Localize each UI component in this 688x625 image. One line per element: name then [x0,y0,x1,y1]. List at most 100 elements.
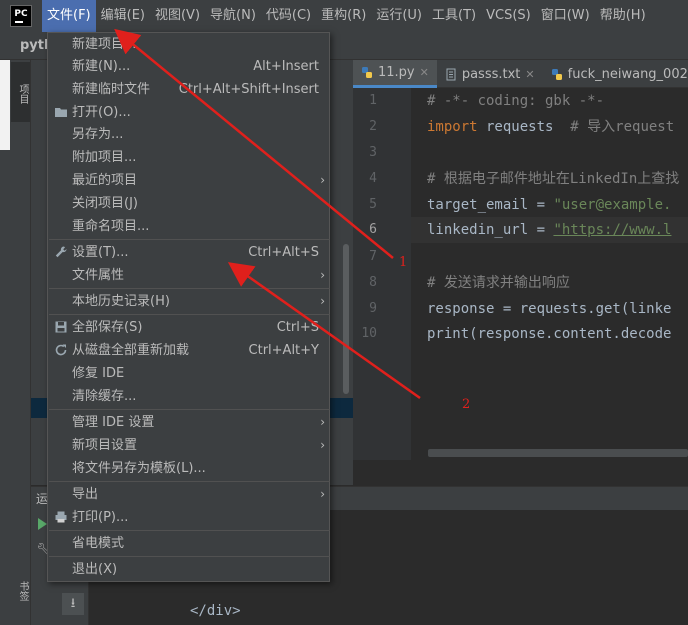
menu-separator [49,314,330,315]
tab-label: 11.py [378,65,415,80]
line-number: 8 [369,275,377,290]
line-number: 6 [369,222,377,237]
menu-separator [49,409,330,410]
code-text: target_email = [427,197,554,213]
menu-item-exit[interactable]: 退出(X) [48,558,329,581]
menu-view[interactable]: 视图(V) [150,0,205,32]
tool-window-project-button[interactable]: 项目 [11,62,30,122]
line-number: 10 [361,326,377,341]
tab-label: passs.txt [461,66,521,82]
menu-item-recent-projects[interactable]: 最近的项目 › [48,169,329,192]
editor-horizontal-scrollbar[interactable] [428,449,688,457]
chevron-right-icon: › [320,487,325,501]
chevron-right-icon: › [320,438,325,452]
menu-window[interactable]: 窗口(W) [536,0,595,32]
menu-item-file-properties[interactable]: 文件属性 › [48,264,329,287]
menu-item-repair-ide[interactable]: 修复 IDE [48,362,329,385]
menu-item-rename-project[interactable]: 重命名项目... [48,215,329,238]
line-number: 1 [369,93,377,108]
menu-item-save-all[interactable]: 全部保存(S) Ctrl+S [48,316,329,339]
code-comment: # -*- coding: gbk -*- [427,93,605,109]
menu-item-new-project-settings[interactable]: 新项目设置 › [48,434,329,457]
wrench-icon [55,246,67,258]
menu-separator [49,481,330,482]
code-comment: # 根据电子邮件地址在LinkedIn上查找 [427,171,680,187]
save-icon [55,321,67,333]
menu-separator [49,556,330,557]
menu-item-manage-ide-settings[interactable]: 管理 IDE 设置 › [48,411,329,434]
close-icon[interactable]: ✕ [525,68,534,81]
close-icon[interactable]: ✕ [420,66,429,79]
menu-item-save-as-template[interactable]: 将文件另存为模板(L)... [48,457,329,480]
menu-item-settings[interactable]: 设置(T)... Ctrl+Alt+S [48,241,329,264]
line-number: 3 [369,145,377,160]
menu-tools[interactable]: 工具(T) [427,0,481,32]
code-url-string: "https://www.l [553,222,672,238]
text-file-icon [446,68,456,80]
left-edge-highlight [0,60,10,150]
run-play-icon[interactable] [38,518,47,530]
code-comment: # 导入request [570,119,675,135]
menu-item-attach-project[interactable]: 附加项目... [48,146,329,169]
tab-fuck-neiwang-002[interactable]: fuck_neiwang_002. [543,60,688,88]
menu-item-new-scratch-file[interactable]: 新建临时文件 Ctrl+Alt+Shift+Insert [48,78,329,101]
menu-item-power-save-mode[interactable]: 省电模式 [48,532,329,555]
code-lines[interactable]: # -*- coding: gbk -*- import requests # … [427,88,688,348]
code-text: linkedin_url = [427,222,554,238]
line-number: 5 [369,197,377,212]
tool-window-strip [10,60,31,625]
menu-item-print[interactable]: 打印(P)... [48,506,329,529]
folder-icon [55,108,67,117]
chevron-right-icon: › [320,294,325,308]
pycharm-logo-icon: PC [10,5,32,27]
tab-passs-txt[interactable]: passs.txt ✕ [437,60,543,88]
run-output-text: </div> [190,603,241,619]
code-string: "user@example. [553,197,672,213]
tool-window-bookmarks-button[interactable]: 书签 [11,568,30,613]
menu-refactor[interactable]: 重构(R) [316,0,371,32]
project-scrollbar[interactable] [343,244,349,394]
menu-item-export[interactable]: 导出 › [48,483,329,506]
chevron-right-icon: › [320,173,325,187]
menu-item-new-project[interactable]: 新建项目... [48,33,329,56]
menu-help[interactable]: 帮助(H) [595,0,651,32]
annotation-label-1: 1 [399,255,408,270]
menu-navigate[interactable]: 导航(N) [205,0,261,32]
line-number: 9 [369,301,377,316]
code-keyword: import [427,119,478,135]
menu-vcs[interactable]: VCS(S) [481,0,536,32]
menu-separator [49,530,330,531]
scroll-to-end-icon[interactable]: ⭳ [62,593,84,615]
code-text: response = requests.get(linke [427,301,672,317]
python-file-icon [362,67,372,78]
line-number: 4 [369,171,377,186]
menu-item-open[interactable]: 打开(O)... [48,101,329,124]
line-number: 7 [369,249,377,264]
chevron-right-icon: › [320,415,325,429]
tab-label: fuck_neiwang_002. [567,66,688,82]
menu-item-new[interactable]: 新建(N)... Alt+Insert [48,55,329,78]
code-comment: # 发送请求并输出响应 [427,275,570,291]
tab-11-py[interactable]: 11.py ✕ [353,60,437,88]
menu-bar: PC 文件(F) 编辑(E) 视图(V) 导航(N) 代码(C) 重构(R) 运… [0,0,688,32]
menu-run[interactable]: 运行(U) [371,0,427,32]
chevron-right-icon: › [320,268,325,282]
code-text: print(response.content.decode [427,326,672,342]
menu-file[interactable]: 文件(F) [42,0,96,32]
menu-separator [49,288,330,289]
print-icon [55,511,67,523]
menu-item-reload-all[interactable]: 从磁盘全部重新加载 Ctrl+Alt+Y [48,339,329,362]
reload-icon [55,344,67,356]
menu-item-invalidate-caches[interactable]: 清除缓存... [48,385,329,408]
menu-code[interactable]: 代码(C) [261,0,316,32]
menu-edit[interactable]: 编辑(E) [96,0,150,32]
menu-separator [49,239,330,240]
annotation-label-2: 2 [462,397,471,412]
menu-item-local-history[interactable]: 本地历史记录(H) › [48,290,329,313]
line-number: 2 [369,119,377,134]
menu-item-close-project[interactable]: 关闭项目(J) [48,192,329,215]
editor-tab-bar: 11.py ✕ passs.txt ✕ fuck_neiwang_002. [353,60,688,88]
menu-item-save-as[interactable]: 另存为... [48,123,329,146]
python-file-icon [551,68,562,80]
file-menu-dropdown: 新建项目... 新建(N)... Alt+Insert 新建临时文件 Ctrl+Al… [47,32,330,582]
